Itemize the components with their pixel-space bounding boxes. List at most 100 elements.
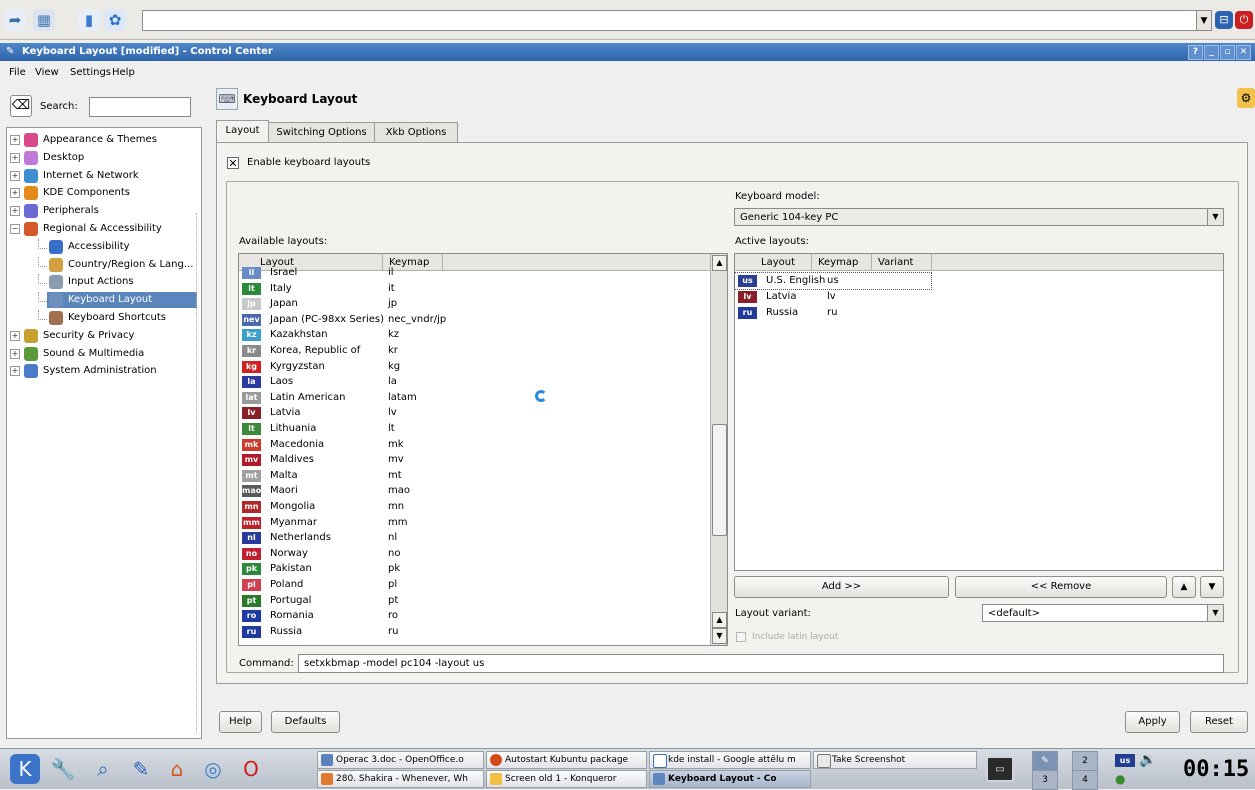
clock[interactable]: 00:15 bbox=[1183, 757, 1249, 782]
task-konqueror[interactable]: Screen old 1 - Konqueror bbox=[486, 770, 647, 788]
sidebar-item[interactable]: − Regional & Accessibility bbox=[7, 221, 197, 237]
available-layout-row[interactable]: kg Kyrgyzstan kg bbox=[239, 359, 711, 375]
gear-icon[interactable]: ✿ bbox=[104, 9, 126, 31]
available-layout-row[interactable]: la Laos la bbox=[239, 374, 711, 390]
active-layouts-list[interactable]: Layout Keymap Variant us U.S. English us lv… bbox=[734, 253, 1224, 571]
available-layout-row[interactable]: it Italy it bbox=[239, 281, 711, 297]
available-layout-row[interactable]: mt Malta mt bbox=[239, 468, 711, 484]
lock-screen-icon[interactable]: ⊟ bbox=[1215, 11, 1233, 29]
sidebar-item[interactable]: + Sound & Multimedia bbox=[7, 346, 197, 362]
available-layouts-list[interactable]: Layout Keymap il Israel il it Italy it jp Japan… bbox=[238, 253, 728, 646]
remove-button[interactable]: << Remove bbox=[955, 576, 1167, 598]
defaults-button[interactable]: Defaults bbox=[271, 711, 340, 733]
move-up-icon[interactable]: ▲ bbox=[1172, 576, 1196, 598]
command-field[interactable]: setxkbmap -model pc104 -layout us bbox=[298, 654, 1224, 673]
kde-menu-icon[interactable]: K bbox=[10, 754, 40, 784]
add-button[interactable]: Add >> bbox=[734, 576, 949, 598]
sidebar-item[interactable]: Keyboard Shortcuts bbox=[38, 310, 197, 326]
available-layout-row[interactable]: il Israel il bbox=[239, 265, 711, 281]
sidebar-item[interactable]: + Security & Privacy bbox=[7, 328, 197, 344]
available-layout-row[interactable]: pl Poland pl bbox=[239, 577, 711, 593]
network-icon[interactable]: ● bbox=[1115, 772, 1125, 786]
terminal-icon[interactable]: ▭ bbox=[986, 756, 1014, 782]
address-bar[interactable] bbox=[142, 10, 1197, 31]
maximize-button[interactable]: ▫ bbox=[1220, 45, 1235, 60]
expander-icon[interactable]: + bbox=[10, 348, 20, 359]
pager-desktop-4[interactable]: 4 bbox=[1072, 770, 1098, 790]
available-layout-row[interactable]: lv Latvia lv bbox=[239, 405, 711, 421]
clear-search-icon[interactable]: ⌫ bbox=[10, 95, 32, 117]
globe-icon[interactable]: ◎ bbox=[198, 754, 228, 784]
sidebar-item[interactable]: Keyboard Layout bbox=[38, 292, 197, 309]
scroll-down-icon[interactable]: ▼ bbox=[712, 628, 727, 644]
available-layout-row[interactable]: nl Netherlands nl bbox=[239, 530, 711, 546]
available-layout-row[interactable]: mn Mongolia mn bbox=[239, 499, 711, 515]
search-icon[interactable]: ⌕ bbox=[88, 754, 118, 784]
active-layout-row[interactable]: lv Latvia lv bbox=[735, 289, 1205, 305]
active-layout-row[interactable]: us U.S. English us bbox=[734, 272, 932, 290]
sidebar-item[interactable]: + KDE Components bbox=[7, 185, 197, 201]
search-input[interactable] bbox=[89, 97, 191, 117]
expander-icon[interactable]: + bbox=[10, 135, 20, 145]
active-layout-row[interactable]: ru Russia ru bbox=[735, 305, 1205, 321]
keyboard-indicator[interactable]: us bbox=[1115, 754, 1135, 767]
expander-icon[interactable]: − bbox=[10, 224, 20, 234]
available-layout-row[interactable]: nev Japan (PC-98xx Series) nec_vndr/jp bbox=[239, 312, 711, 328]
active-header-layout[interactable]: Layout bbox=[735, 254, 812, 271]
menu-file[interactable]: File bbox=[9, 67, 26, 78]
address-dropdown[interactable]: ▼ bbox=[1196, 10, 1212, 31]
available-layout-row[interactable]: mao Maori mao bbox=[239, 483, 711, 499]
sidebar-item[interactable]: + Appearance & Themes bbox=[7, 132, 197, 148]
task-kde-install[interactable]: kde install - Google attēlu m bbox=[649, 751, 811, 769]
scroll-up-bottom-icon[interactable]: ▲ bbox=[712, 612, 727, 628]
home-icon[interactable]: ⌂ bbox=[162, 754, 192, 784]
scroll-up-icon[interactable]: ▲ bbox=[712, 255, 727, 271]
sidebar-item[interactable]: Accessibility bbox=[38, 238, 197, 255]
layout-variant-select[interactable]: <default> ▼ bbox=[982, 604, 1224, 622]
pager-desktop-2[interactable]: 2 bbox=[1072, 751, 1098, 771]
available-layout-row[interactable]: lat Latin American latam bbox=[239, 390, 711, 406]
enable-layouts-checkbox[interactable]: ✕ bbox=[227, 157, 239, 169]
menu-help[interactable]: Help bbox=[112, 67, 135, 78]
sidebar-tree[interactable]: + Appearance & Themes + Desktop + Internet & … bbox=[6, 127, 202, 739]
expander-icon[interactable]: + bbox=[10, 206, 20, 217]
opera-icon[interactable]: O bbox=[236, 754, 266, 784]
sidebar-item[interactable]: Input Actions bbox=[38, 274, 197, 290]
available-scrollbar[interactable]: ▲ ▲ ▼ bbox=[710, 254, 727, 645]
minimize-button[interactable]: _ bbox=[1204, 45, 1219, 60]
apply-button[interactable]: Apply bbox=[1125, 711, 1180, 733]
available-layout-row[interactable]: kz Kazakhstan kz bbox=[239, 327, 711, 343]
available-layout-row[interactable]: no Norway no bbox=[239, 546, 711, 562]
task-shakira[interactable]: 280. Shakira - Whenever, Wh bbox=[317, 770, 484, 788]
task-screenshot[interactable]: Take Screenshot bbox=[813, 751, 977, 769]
available-layout-row[interactable]: jp Japan jp bbox=[239, 296, 711, 312]
available-layout-row[interactable]: pt Portugal pt bbox=[239, 593, 711, 609]
sidebar-item[interactable]: + Desktop bbox=[7, 150, 197, 166]
scroll-thumb[interactable] bbox=[712, 424, 727, 536]
menu-settings[interactable]: Settings bbox=[70, 67, 111, 78]
arrow-icon[interactable]: ➦ bbox=[4, 9, 26, 31]
available-layout-row[interactable]: ru Russia ru bbox=[239, 624, 711, 640]
keyboard-model-select[interactable]: Generic 104-key PC ▼ bbox=[734, 208, 1224, 226]
expander-icon[interactable]: + bbox=[10, 170, 20, 181]
tab-switching-options[interactable]: Switching Options bbox=[268, 122, 375, 143]
available-layout-row[interactable]: pk Pakistan pk bbox=[239, 561, 711, 577]
pager-desktop-3[interactable]: 3 bbox=[1032, 770, 1058, 790]
help-button[interactable]: Help bbox=[219, 711, 262, 733]
help-window-button[interactable]: ? bbox=[1188, 45, 1203, 60]
active-header-keymap[interactable]: Keymap bbox=[812, 254, 872, 271]
available-layout-row[interactable]: lt Lithuania lt bbox=[239, 421, 711, 437]
task-keyboard-layout[interactable]: Keyboard Layout - Co bbox=[649, 770, 811, 788]
close-button[interactable]: ✕ bbox=[1236, 45, 1251, 60]
sidebar-item[interactable]: + Internet & Network bbox=[7, 168, 197, 184]
menu-view[interactable]: View bbox=[35, 67, 59, 78]
expander-icon[interactable]: + bbox=[10, 366, 20, 377]
pen-icon[interactable]: ✎ bbox=[126, 754, 156, 784]
wrench-icon[interactable]: 🔧 bbox=[48, 754, 78, 784]
sidebar-item[interactable]: + System Administration bbox=[7, 363, 197, 379]
power-icon[interactable]: ⏻ bbox=[1235, 11, 1253, 29]
tab-xkb-options[interactable]: Xkb Options bbox=[374, 122, 458, 143]
sidebar-item[interactable]: + Peripherals bbox=[7, 203, 197, 219]
available-layout-row[interactable]: mv Maldives mv bbox=[239, 452, 711, 468]
expander-icon[interactable]: + bbox=[10, 330, 20, 341]
